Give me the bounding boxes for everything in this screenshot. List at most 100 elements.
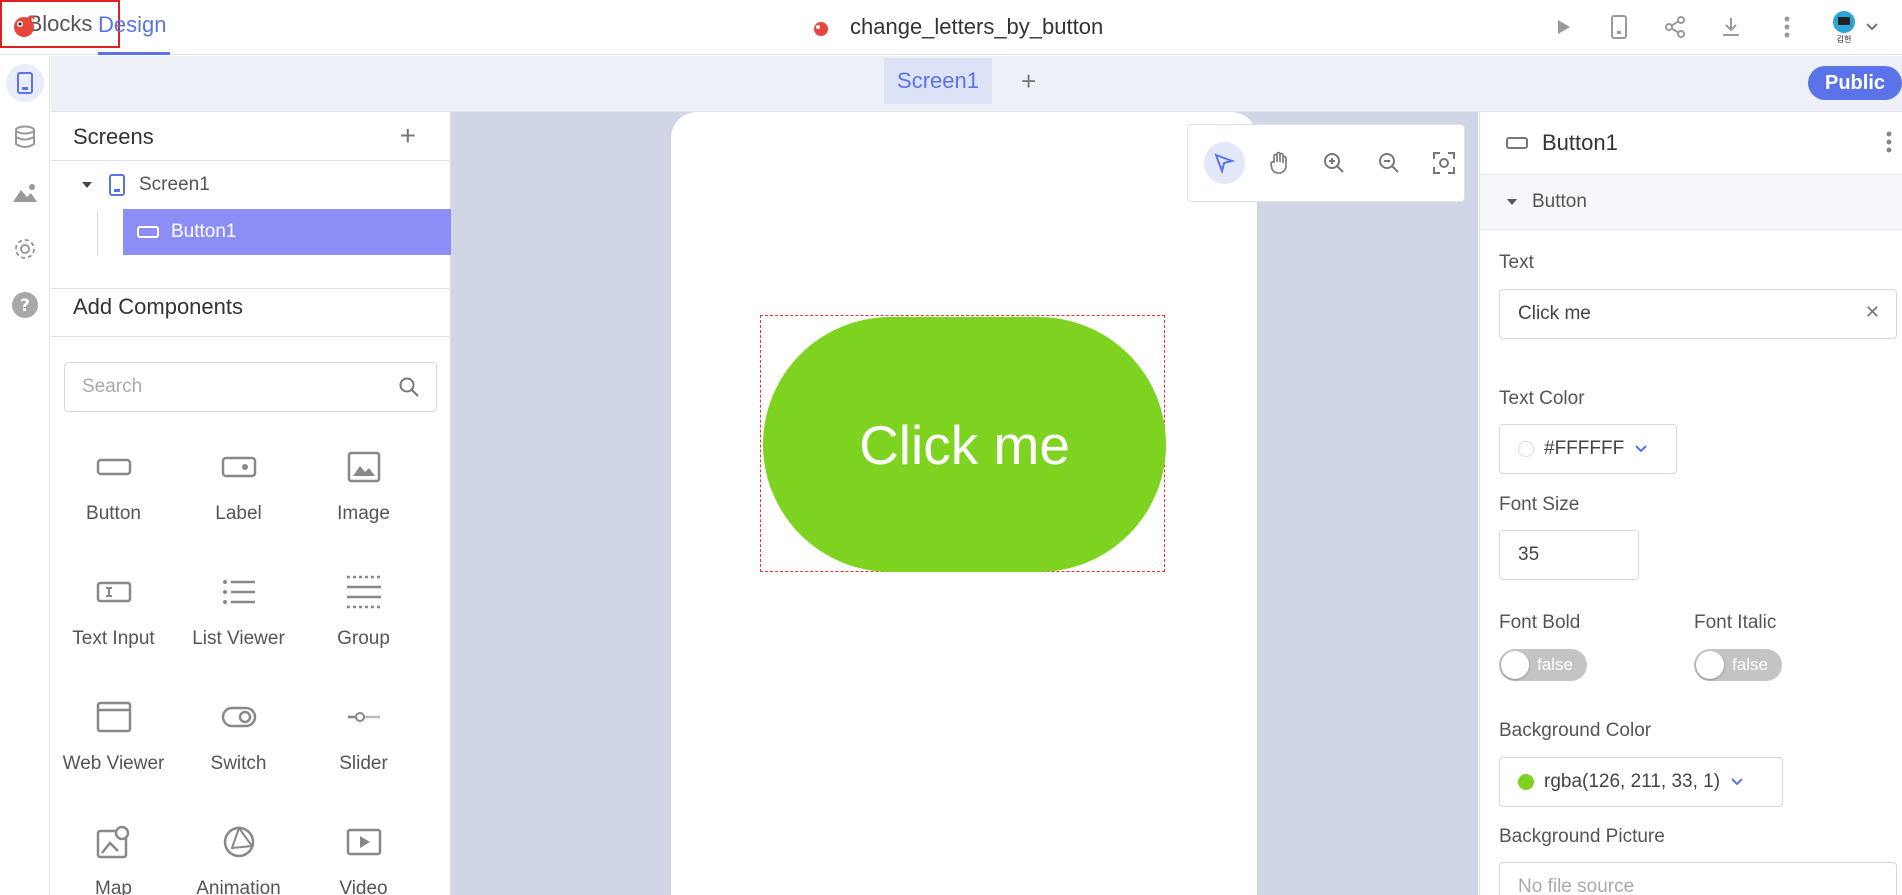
bg-picture-picker[interactable]: No file source [1499, 862, 1897, 895]
properties-panel: Button1 Button Text Click me ✕ Text Colo… [1479, 112, 1902, 895]
tree-item-screen1[interactable]: Screen1 [51, 162, 451, 208]
section-button[interactable]: Button [1480, 174, 1902, 230]
bg-picture-label: Background Picture [1499, 826, 1665, 847]
caret-down-icon[interactable] [81, 180, 93, 190]
rail-settings-icon[interactable] [6, 230, 44, 268]
switch-icon [221, 706, 256, 728]
button-icon [96, 458, 131, 476]
chevron-down-icon [1731, 778, 1743, 786]
tree-connector [97, 210, 98, 256]
component-image[interactable]: Image [301, 442, 426, 524]
label-icon [221, 456, 256, 478]
text-color-picker[interactable]: #FFFFFF [1499, 424, 1677, 474]
top-actions: 김헌 [1546, 10, 1882, 44]
toggle-knob [1501, 651, 1529, 679]
bg-color-value: rgba(126, 211, 33, 1) [1544, 771, 1721, 792]
component-search [64, 362, 437, 412]
share-icon[interactable] [1658, 10, 1692, 44]
tree-screen-label: Screen1 [139, 174, 210, 195]
component-switch[interactable]: Switch [176, 692, 301, 774]
avatar-image-icon: 김헌 [1833, 11, 1855, 44]
left-panel: Screens + Screen1 Button1 Add Components… [51, 112, 451, 895]
component-label: Button [86, 503, 141, 524]
component-label: Image [337, 503, 390, 524]
rail-help-icon[interactable]: ? [6, 286, 44, 324]
device-preview-icon[interactable] [1602, 10, 1636, 44]
component-label: Video [339, 878, 388, 895]
bg-color-picker[interactable]: rgba(126, 211, 33, 1) [1499, 757, 1783, 807]
component-label: Slider [339, 753, 388, 774]
component-map[interactable]: Map [51, 817, 176, 895]
component-label: Map [95, 878, 132, 895]
tab-design-indicator [98, 52, 170, 55]
zoom-out-icon[interactable] [1368, 142, 1409, 184]
bg-picture-placeholder: No file source [1518, 876, 1635, 895]
screens-title: Screens [73, 124, 154, 149]
group-icon [346, 575, 381, 609]
component-list-viewer[interactable]: List Viewer [176, 567, 301, 649]
tab-screen1[interactable]: Screen1 [884, 58, 992, 104]
component-button[interactable]: Button [51, 442, 176, 524]
component-group[interactable]: Group [301, 567, 426, 649]
chevron-down-icon [1866, 23, 1878, 31]
text-field[interactable]: Click me ✕ [1499, 289, 1897, 339]
more-vertical-icon[interactable] [1770, 10, 1804, 44]
clear-icon[interactable]: ✕ [1865, 302, 1880, 323]
component-slider[interactable]: Slider [301, 692, 426, 774]
font-size-input[interactable]: 35 [1499, 530, 1639, 580]
component-label: Label [215, 503, 262, 524]
rail-media-icon[interactable] [6, 174, 44, 212]
public-button[interactable]: Public [1808, 66, 1902, 100]
image-icon [347, 451, 380, 483]
search-icon[interactable] [398, 376, 420, 398]
list-icon [222, 580, 255, 604]
component-label: Text Input [72, 628, 155, 649]
divider [51, 288, 451, 289]
rail-database-icon[interactable] [6, 118, 44, 156]
download-icon[interactable] [1714, 10, 1748, 44]
more-vertical-icon[interactable] [1886, 130, 1892, 154]
search-input[interactable] [65, 363, 385, 411]
select-tool-icon[interactable] [1204, 142, 1245, 184]
font-bold-toggle[interactable]: false [1499, 649, 1587, 681]
add-screen-plus-button[interactable]: + [400, 120, 416, 152]
component-label-item[interactable]: Label [176, 442, 301, 524]
font-size-label: Font Size [1499, 494, 1580, 515]
zoom-in-icon[interactable] [1314, 142, 1355, 184]
text-color-label: Text Color [1499, 388, 1585, 409]
component-web-viewer[interactable]: Web Viewer [51, 692, 176, 774]
left-rail: ? [0, 56, 50, 895]
top-bar: Design Blocks change_letters_by_button 김… [0, 0, 1902, 55]
pan-hand-icon[interactable] [1259, 142, 1300, 184]
project-title-area: change_letters_by_button [810, 12, 1103, 42]
component-video[interactable]: Video [301, 817, 426, 895]
tab-design[interactable]: Design [98, 12, 166, 38]
toggle-knob [1696, 651, 1724, 679]
font-bold-label: Font Bold [1499, 612, 1581, 633]
text-color-value: #FFFFFF [1544, 438, 1625, 459]
color-swatch [1518, 774, 1534, 790]
app-logo-icon[interactable] [10, 12, 38, 40]
screen-tabs-bar: Screen1 + Public [51, 56, 1902, 112]
component-name: Button1 [1542, 130, 1618, 155]
font-italic-toggle[interactable]: false [1694, 649, 1782, 681]
design-canvas[interactable]: Click me [451, 112, 1478, 895]
fit-screen-icon[interactable] [1423, 142, 1464, 184]
component-text-input[interactable]: Text Input [51, 567, 176, 649]
run-icon[interactable] [1546, 10, 1580, 44]
component-animation[interactable]: Animation [176, 817, 301, 895]
slider-icon [347, 712, 380, 722]
font-italic-label: Font Italic [1694, 612, 1777, 633]
add-screen-button[interactable]: + [1021, 66, 1036, 97]
animation-icon [223, 826, 254, 858]
rail-design-icon[interactable] [6, 64, 44, 102]
chevron-down-icon [1635, 445, 1647, 453]
component-label: Animation [196, 878, 281, 895]
video-icon [346, 828, 381, 856]
app-root: Design Blocks change_letters_by_button 김… [0, 0, 1902, 895]
divider [51, 336, 451, 337]
canvas-button1[interactable]: Click me [763, 317, 1166, 572]
avatar[interactable]: 김헌 [1826, 10, 1882, 44]
color-swatch [1518, 441, 1534, 457]
tree-item-button1[interactable]: Button1 [123, 209, 451, 255]
